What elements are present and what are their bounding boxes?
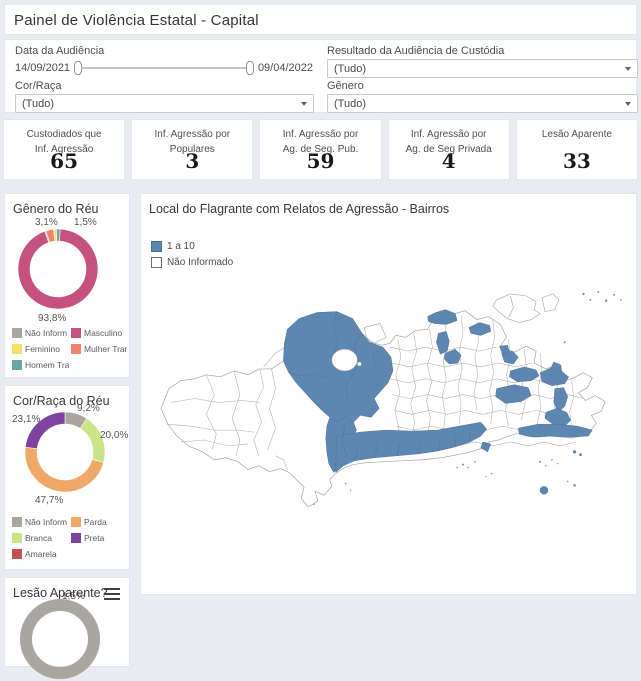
kpi-value: 33 bbox=[517, 149, 637, 173]
filters-panel: Data da Audiência 14/09/2021 09/04/2022 … bbox=[4, 39, 637, 113]
kpi-value: 3 bbox=[132, 149, 252, 173]
kpi-card-custodiados: Custodiados queInf. Agressão 65 bbox=[3, 119, 125, 180]
choropleth-map[interactable] bbox=[143, 286, 637, 592]
legend-item[interactable]: Branca bbox=[12, 530, 69, 546]
legend-swatch bbox=[12, 360, 22, 370]
cor-raca-dropdown[interactable]: (Tudo) bbox=[15, 94, 314, 113]
genero-dropdown-value: (Tudo) bbox=[334, 98, 366, 110]
genero-chart-panel: Gênero do Réu 3,1% 1,5% 93,8% Não Inform… bbox=[4, 193, 130, 378]
map-panel: Local do Flagrante com Relatos de Agress… bbox=[140, 193, 637, 595]
donut-label: 9,2% bbox=[77, 403, 100, 414]
kpi-row: Custodiados queInf. Agressão 65 Inf. Agr… bbox=[3, 119, 638, 180]
legend-item[interactable]: Parda bbox=[71, 514, 127, 530]
map-title: Local do Flagrante com Relatos de Agress… bbox=[149, 202, 449, 216]
kpi-card-populares: Inf. Agressão porPopulares 3 bbox=[131, 119, 253, 180]
caret-down-icon bbox=[625, 102, 631, 106]
genero-donut-chart[interactable] bbox=[16, 227, 100, 311]
legend-item[interactable]: Mulher Trans.. bbox=[71, 341, 127, 357]
caret-down-icon bbox=[625, 67, 631, 71]
legend-item[interactable]: Não Informado bbox=[151, 254, 233, 270]
genero-chart-title: Gênero do Réu bbox=[13, 202, 98, 216]
legend-swatch bbox=[71, 328, 81, 338]
menu-icon[interactable] bbox=[104, 588, 120, 600]
legend-swatch bbox=[12, 517, 22, 527]
legend-swatch bbox=[12, 533, 22, 543]
genero-dropdown[interactable]: (Tudo) bbox=[327, 94, 638, 113]
legend-item[interactable]: Feminino bbox=[12, 341, 69, 357]
kpi-value: 59 bbox=[260, 149, 380, 173]
legend-item[interactable]: 1 a 10 bbox=[151, 238, 233, 254]
slider-track[interactable] bbox=[81, 67, 247, 69]
slider-right-handle[interactable] bbox=[246, 61, 254, 75]
date-start-value: 14/09/2021 bbox=[15, 62, 70, 74]
kpi-card-seg-privada: Inf. Agressão porAg. de Seg Privada 4 bbox=[388, 119, 510, 180]
date-range-slider[interactable]: 14/09/2021 09/04/2022 bbox=[15, 59, 313, 77]
cor-raca-filter-label: Cor/Raça bbox=[15, 80, 61, 92]
donut-label: 3,1% bbox=[35, 217, 58, 228]
legend-swatch bbox=[151, 241, 162, 252]
donut-label: 23,1% bbox=[12, 414, 40, 425]
legend-swatch bbox=[71, 517, 81, 527]
cor-raca-chart-panel: Cor/Raça do Réu 9,2% 23,1% 20,0% 47,7% N… bbox=[4, 385, 130, 570]
legend-item[interactable]: Preta bbox=[71, 530, 127, 546]
legend-swatch bbox=[71, 344, 81, 354]
legend-item[interactable]: Amarela bbox=[12, 546, 69, 562]
map-islands[interactable] bbox=[493, 294, 559, 323]
page-title: Painel de Violência Estatal - Capital bbox=[14, 12, 636, 29]
legend-swatch bbox=[71, 533, 81, 543]
legend-item[interactable]: Não Inform bbox=[12, 514, 69, 530]
resultado-filter-label: Resultado da Audiência de Custódia bbox=[327, 45, 504, 57]
resultado-dropdown-value: (Tudo) bbox=[334, 63, 366, 75]
legend-swatch bbox=[151, 257, 162, 268]
title-bar: Painel de Violência Estatal - Capital bbox=[4, 4, 637, 35]
donut-label: 93,8% bbox=[38, 313, 66, 324]
kpi-card-lesao-aparente: Lesão Aparente 33 bbox=[516, 119, 638, 180]
date-filter-label: Data da Audiência bbox=[15, 45, 104, 57]
legend-item[interactable]: Masculino bbox=[71, 325, 127, 341]
genero-legend: Não Inform Masculino Feminino Mulher Tra… bbox=[12, 325, 127, 373]
kpi-value: 4 bbox=[389, 149, 509, 173]
resultado-dropdown[interactable]: (Tudo) bbox=[327, 59, 638, 78]
kpi-value: 65 bbox=[4, 149, 124, 173]
donut-label: 20,0% bbox=[100, 430, 128, 441]
kpi-card-seg-publica: Inf. Agressão porAg. de Seg. Pub. 59 bbox=[259, 119, 381, 180]
legend-swatch bbox=[12, 344, 22, 354]
caret-down-icon bbox=[301, 102, 307, 106]
legend-item[interactable]: Não Inform bbox=[12, 325, 69, 341]
cor-raca-dropdown-value: (Tudo) bbox=[22, 98, 54, 110]
map-outline[interactable] bbox=[161, 310, 605, 507]
date-end-value: 09/04/2022 bbox=[258, 62, 313, 74]
donut-label: 1,5% bbox=[74, 217, 97, 228]
legend-item[interactable]: Homem Transexual bbox=[12, 357, 69, 373]
map-legend: 1 a 10 Não Informado bbox=[151, 238, 233, 270]
cor-raca-legend: Não Inform Parda Branca Preta Amarela bbox=[12, 514, 127, 562]
lesao-chart-panel: Lesão Aparente? 1,5% bbox=[4, 577, 130, 667]
legend-swatch bbox=[12, 549, 22, 559]
genero-filter-label: Gênero bbox=[327, 80, 364, 92]
donut-label: 47,7% bbox=[35, 495, 63, 506]
legend-swatch bbox=[12, 328, 22, 338]
lesao-donut-chart[interactable] bbox=[18, 597, 102, 681]
